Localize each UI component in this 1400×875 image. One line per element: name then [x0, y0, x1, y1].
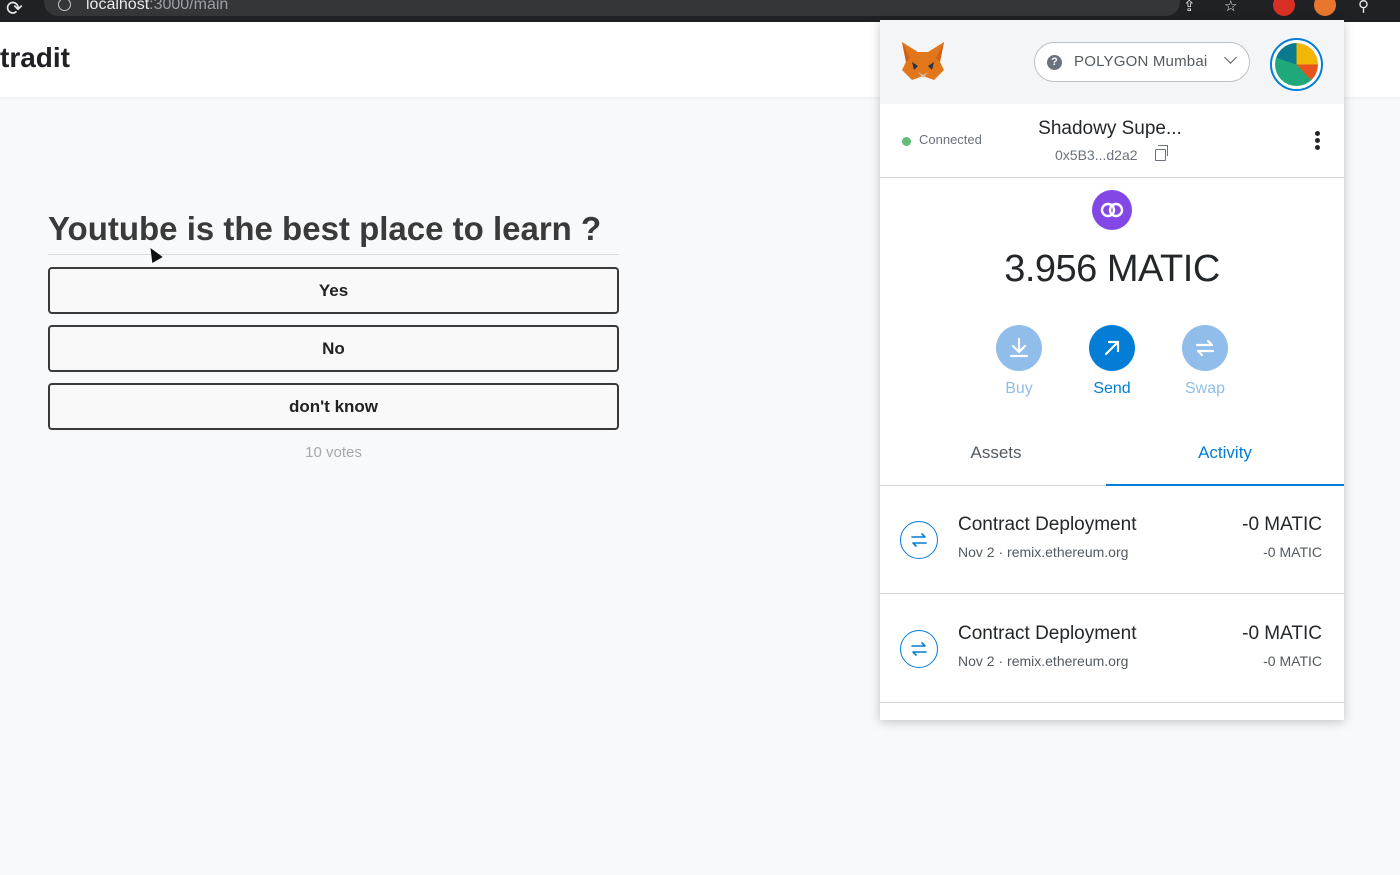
buy-label: Buy — [1005, 380, 1033, 397]
browser-toolbar: ⟳ localhost:3000/main ⇪ ☆ ⚲ — [0, 0, 1400, 22]
buy-icon — [996, 325, 1042, 371]
poll-question: Youtube is the best place to learn ? — [48, 210, 619, 255]
polygon-token-icon — [1092, 190, 1132, 230]
activity-origin: remix.ethereum.org — [1007, 544, 1129, 560]
activity-amount: -0 MATIC — [1242, 514, 1322, 535]
poll-option-dont-know[interactable]: don't know — [48, 383, 619, 430]
activity-secondary-amount: -0 MATIC — [1263, 653, 1322, 669]
wallet-balance: 3.956 MATIC — [1004, 248, 1220, 290]
wallet-header: ? POLYGON Mumbai — [880, 20, 1344, 104]
contract-interaction-icon — [900, 630, 938, 668]
activity-list-item[interactable]: Contract Deployment Nov 2 · remix.ethere… — [880, 486, 1344, 594]
share-icon[interactable]: ⇪ — [1183, 0, 1196, 15]
metamask-fox-icon[interactable] — [900, 40, 946, 82]
avatar-identicon — [1275, 43, 1318, 86]
contract-interaction-icon — [900, 521, 938, 559]
send-button[interactable]: Send — [1072, 325, 1152, 398]
adblock-icon[interactable] — [1273, 0, 1295, 16]
network-name: POLYGON Mumbai — [1074, 53, 1208, 70]
account-avatar[interactable] — [1270, 38, 1323, 91]
swap-icon — [1182, 325, 1228, 371]
activity-secondary-amount: -0 MATIC — [1263, 544, 1322, 560]
connected-dot-icon — [902, 137, 911, 146]
app-brand[interactable]: tradit — [0, 42, 70, 74]
send-label: Send — [1093, 380, 1131, 397]
url-path: :3000/main — [149, 0, 229, 13]
poll-option-yes[interactable]: Yes — [48, 267, 619, 314]
site-info-icon[interactable] — [58, 0, 71, 11]
activity-date: Nov 2 — [958, 544, 995, 560]
activity-meta: Nov 2 · remix.ethereum.org — [958, 653, 1129, 669]
url-host: localhost — [86, 0, 150, 13]
activity-title: Contract Deployment — [958, 623, 1137, 644]
account-name[interactable]: Shadowy Supe... — [1030, 118, 1190, 140]
tab-activity[interactable]: Activity — [1106, 432, 1344, 486]
network-help-icon: ? — [1047, 55, 1062, 70]
activity-title: Contract Deployment — [958, 514, 1137, 535]
poll-card: Youtube is the best place to learn ? Yes… — [48, 210, 619, 461]
account-address[interactable]: 0x5B3...d2a2 — [1055, 147, 1138, 163]
copy-icon[interactable] — [1155, 145, 1168, 161]
address-bar-url: localhost:3000/main — [86, 0, 228, 14]
tab-assets[interactable]: Assets — [880, 432, 1112, 486]
address-bar[interactable]: localhost:3000/main — [44, 0, 1180, 16]
send-arrow-icon — [1089, 325, 1135, 371]
activity-list-item[interactable]: Contract Deployment Nov 2 · remix.ethere… — [880, 595, 1344, 703]
account-options-icon[interactable] — [1313, 131, 1321, 153]
buy-button[interactable]: Buy — [979, 325, 1059, 398]
activity-origin: remix.ethereum.org — [1007, 653, 1129, 669]
wallet-tabs: Assets Activity — [880, 432, 1344, 486]
network-selector[interactable]: ? POLYGON Mumbai — [1034, 42, 1250, 82]
poll-vote-count: 10 votes — [305, 444, 362, 461]
star-icon[interactable]: ☆ — [1224, 0, 1237, 15]
connection-status[interactable]: Connected — [919, 132, 982, 147]
reload-icon[interactable]: ⟳ — [6, 0, 23, 21]
poll-option-no[interactable]: No — [48, 325, 619, 372]
metamask-popup: ? POLYGON Mumbai Connected Shadowy Supe.… — [880, 20, 1344, 720]
swap-button[interactable]: Swap — [1165, 325, 1245, 398]
metamask-icon[interactable] — [1314, 0, 1336, 16]
activity-amount: -0 MATIC — [1242, 623, 1322, 644]
chevron-down-icon — [1224, 51, 1237, 64]
activity-date: Nov 2 — [958, 653, 995, 669]
account-bar: Connected Shadowy Supe... 0x5B3...d2a2 — [880, 104, 1344, 178]
swap-label: Swap — [1184, 380, 1226, 397]
extensions-icon[interactable]: ⚲ — [1358, 0, 1369, 15]
activity-meta: Nov 2 · remix.ethereum.org — [958, 544, 1129, 560]
